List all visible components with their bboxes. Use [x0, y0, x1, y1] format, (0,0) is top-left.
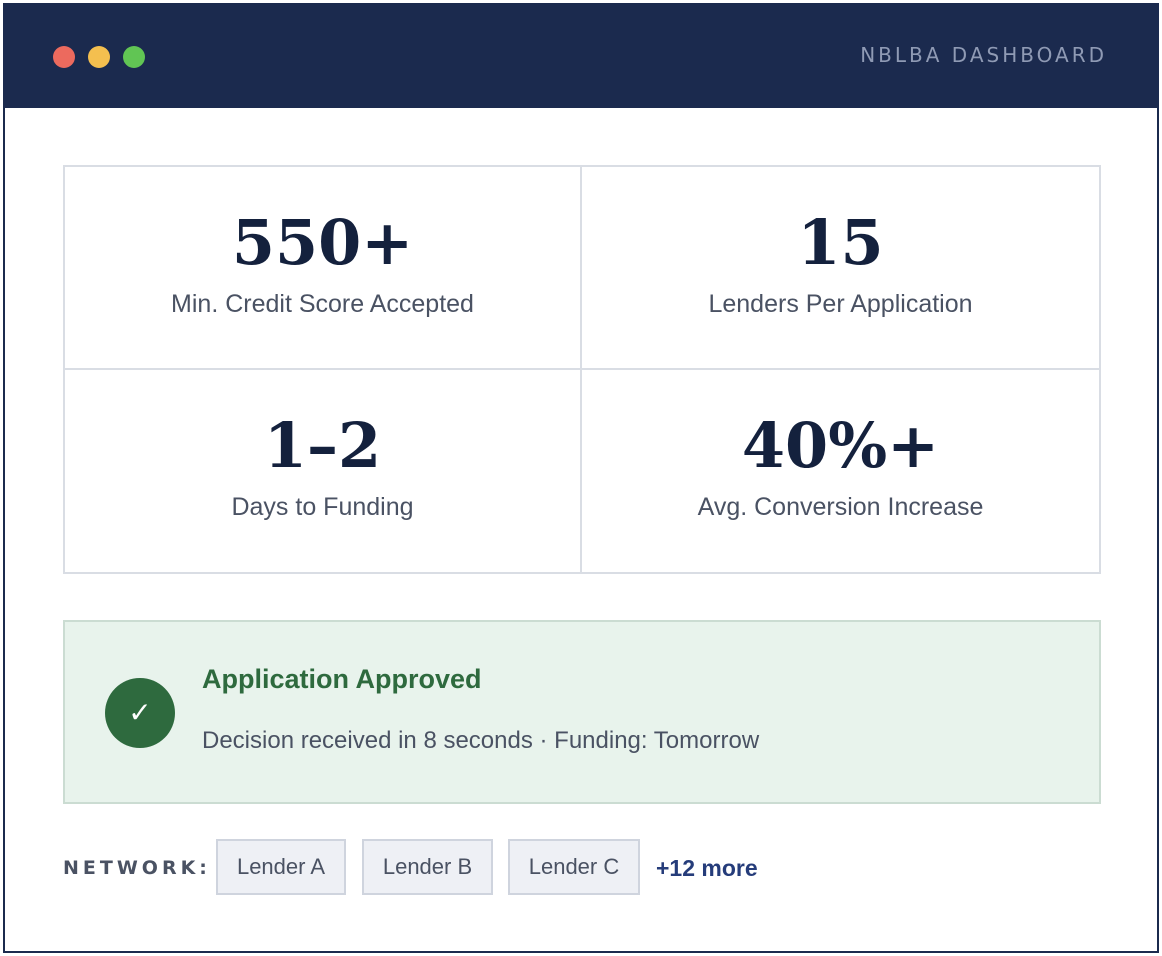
stat-card-conversion: 40%+ Avg. Conversion Increase	[582, 370, 1099, 573]
stat-value: 15	[797, 206, 884, 279]
stat-label: Days to Funding	[231, 492, 414, 521]
stat-value: 40%+	[741, 408, 940, 482]
stat-label: Avg. Conversion Increase	[697, 492, 984, 521]
stat-value: 1–2	[263, 408, 382, 482]
more-lenders-link[interactable]: +12 more	[656, 855, 758, 882]
window-close-button[interactable]	[53, 46, 75, 68]
window-maximize-button[interactable]	[123, 46, 145, 68]
lender-chip: Lender C	[508, 839, 640, 895]
approval-detail: Decision received in 8 seconds · Funding…	[202, 727, 760, 754]
network-label: NETWORK:	[63, 857, 211, 879]
title-bar: NBLBA DASHBOARD	[5, 5, 1157, 108]
lender-chip: Lender B	[362, 839, 493, 895]
dashboard-window: NBLBA DASHBOARD 550+ Min. Credit Score A…	[3, 3, 1159, 953]
window-minimize-button[interactable]	[88, 46, 110, 68]
stat-value: 550+	[231, 206, 414, 279]
lender-network-row: NETWORK: Lender A Lender B Lender C +12 …	[63, 839, 1103, 897]
stat-card-lenders: 15 Lenders Per Application	[582, 167, 1099, 370]
stat-card-credit-score: 550+ Min. Credit Score Accepted	[65, 167, 582, 370]
stat-label: Min. Credit Score Accepted	[171, 290, 474, 318]
stats-grid: 550+ Min. Credit Score Accepted 15 Lende…	[63, 165, 1101, 574]
lender-chip: Lender A	[216, 839, 346, 895]
approval-title: Application Approved	[202, 664, 482, 694]
check-icon: ✓	[105, 678, 175, 748]
stat-card-funding-days: 1–2 Days to Funding	[65, 369, 582, 572]
stat-label: Lenders Per Application	[708, 290, 973, 318]
approval-status-panel: ✓ Application Approved Decision received…	[63, 620, 1101, 804]
window-title: NBLBA DASHBOARD	[860, 43, 1107, 67]
